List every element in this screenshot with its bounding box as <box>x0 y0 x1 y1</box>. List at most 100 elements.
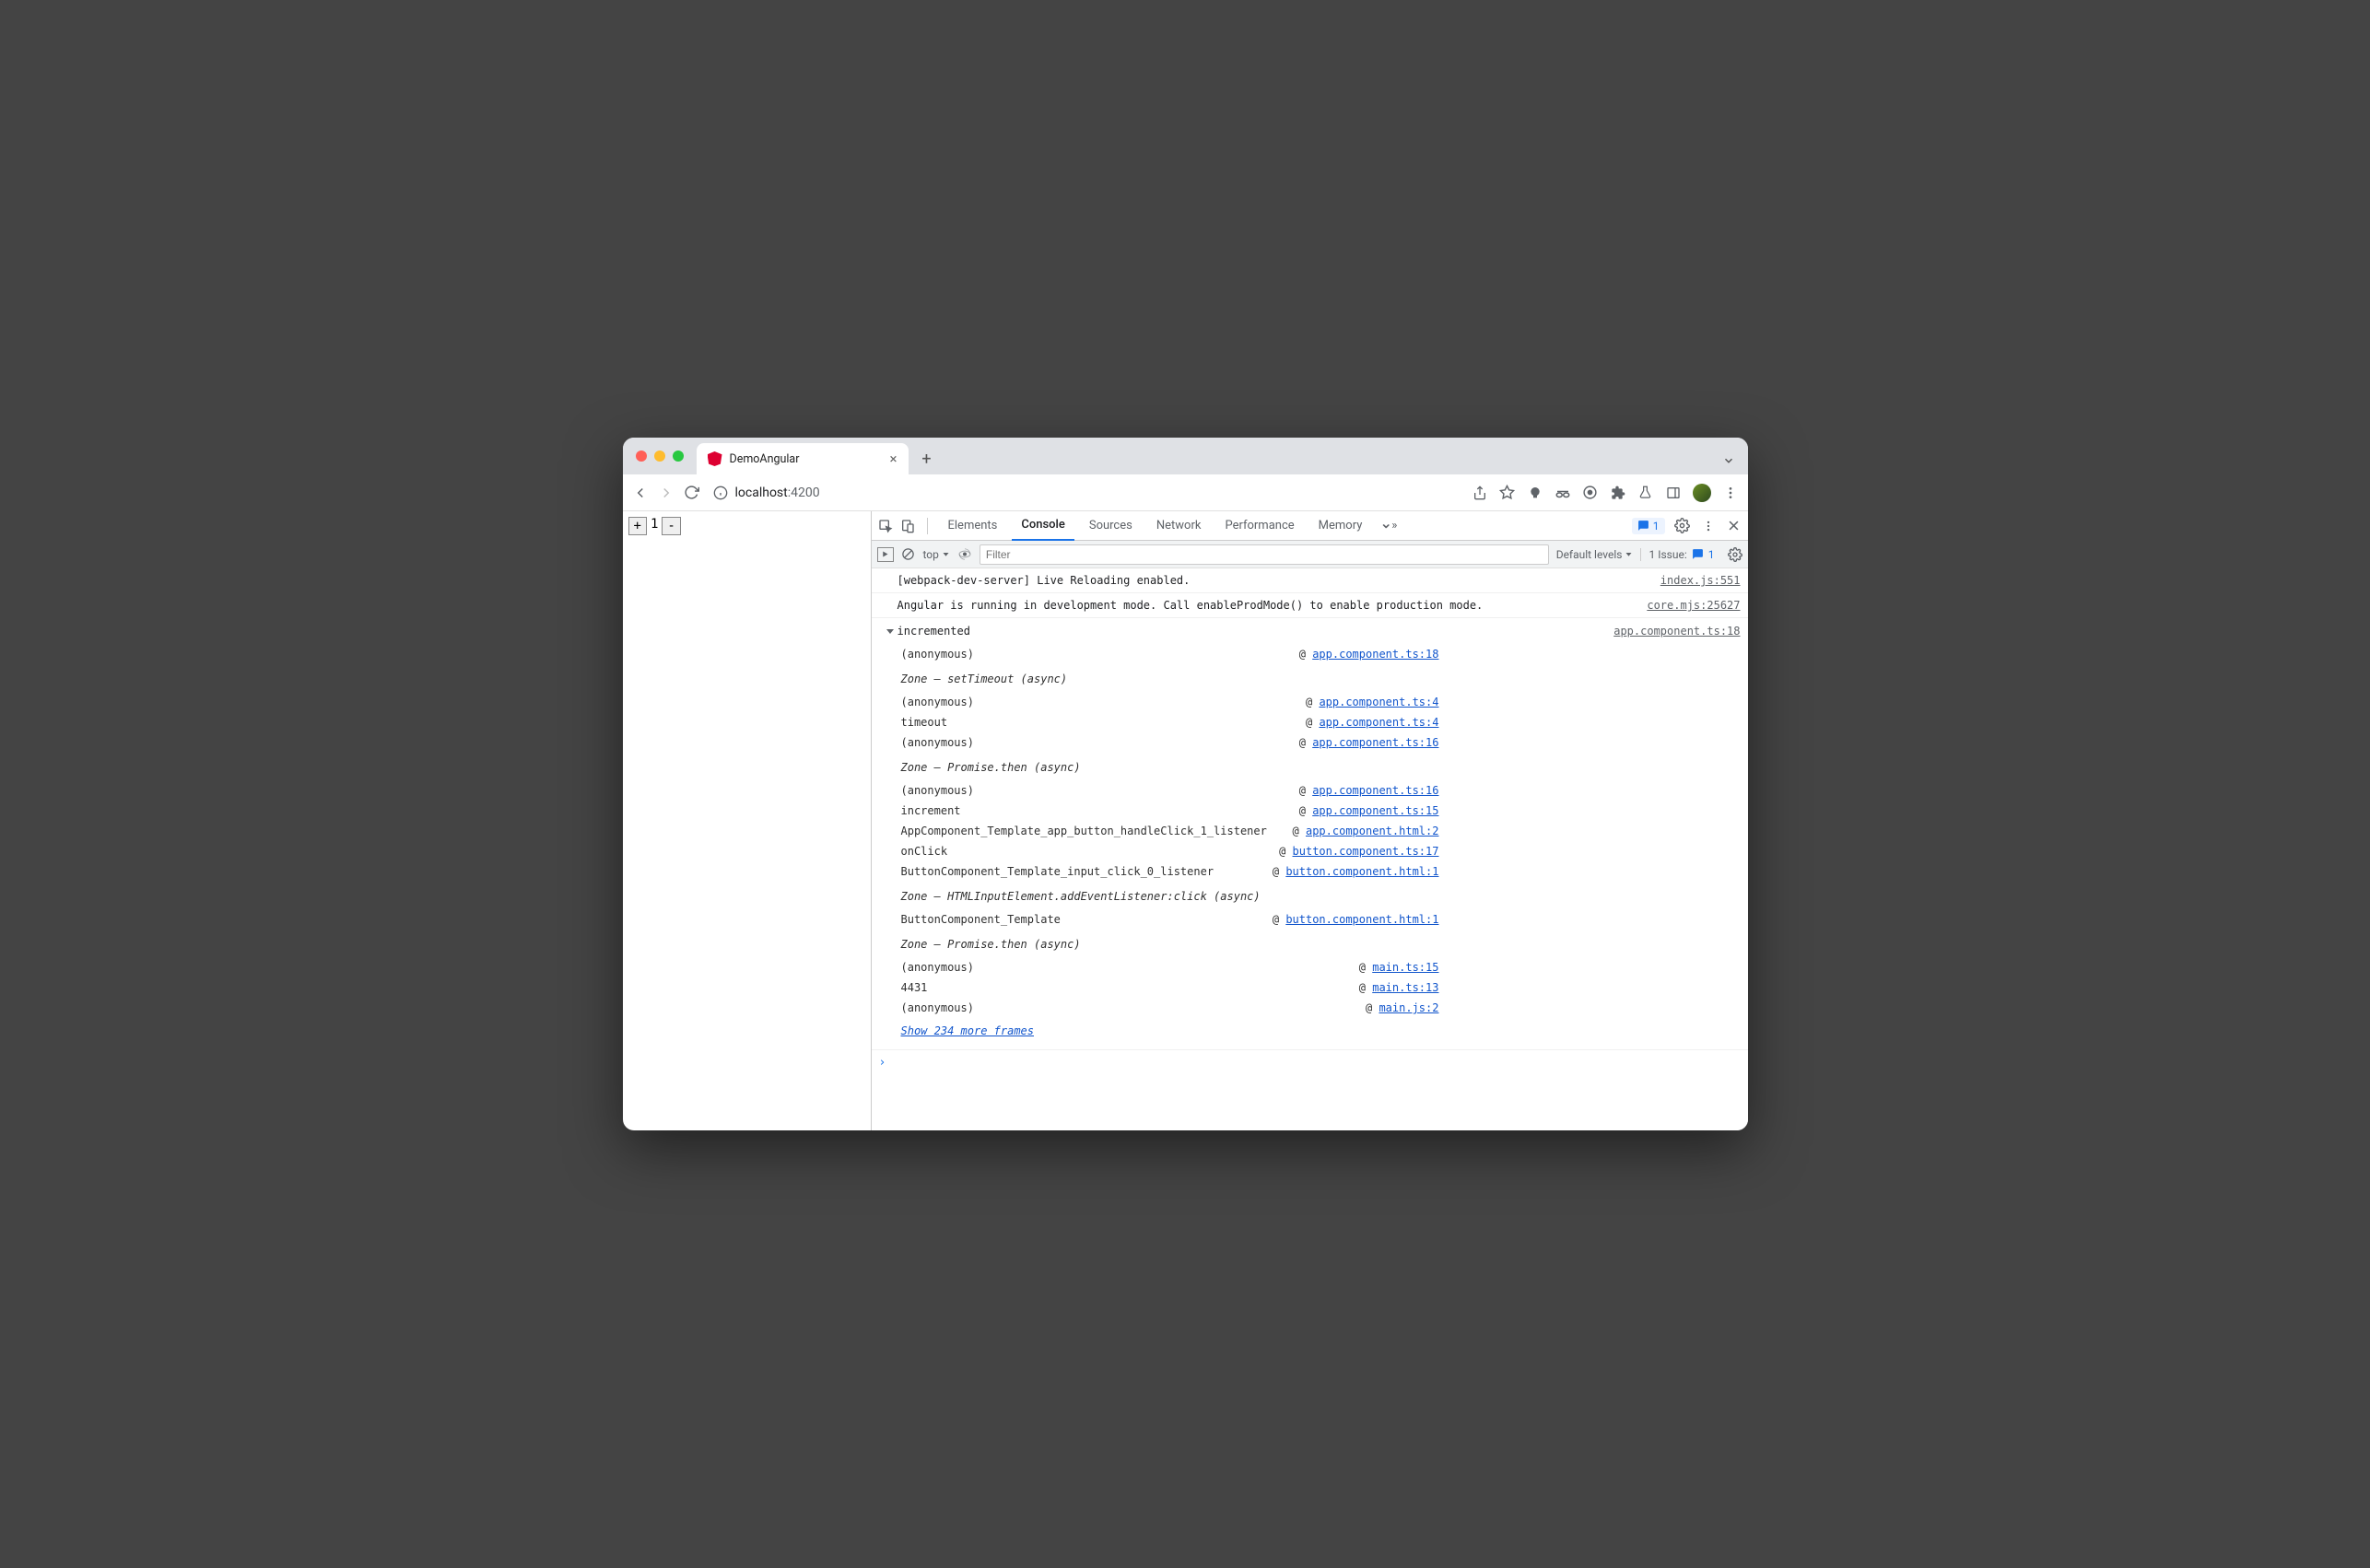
tab-performance[interactable]: Performance <box>1215 511 1303 541</box>
stack-frame: (anonymous)@ main.js:2 <box>901 998 1445 1018</box>
inspect-icon[interactable] <box>877 518 894 534</box>
extension-eye-icon[interactable] <box>1582 485 1599 501</box>
site-info-icon[interactable] <box>713 486 728 500</box>
url-text: localhost:4200 <box>735 486 820 500</box>
decrement-button[interactable]: - <box>662 517 680 535</box>
tab-close-icon[interactable]: × <box>889 451 897 467</box>
frame-source: @ app.component.ts:16 <box>1273 732 1445 753</box>
page-content: + 1 - <box>623 511 872 1130</box>
zone-divider: Zone — Promise.then (async) <box>901 930 1445 957</box>
message-source-link[interactable]: core.mjs:25627 <box>1647 596 1740 614</box>
new-tab-button[interactable]: + <box>914 446 940 472</box>
console-settings-icon[interactable] <box>1728 547 1742 562</box>
frame-source-link[interactable]: main.ts:13 <box>1372 981 1438 994</box>
frame-source: @ app.component.ts:4 <box>1273 712 1445 732</box>
devtools-tab-strip: Elements Console Sources Network Perform… <box>872 511 1748 541</box>
browser-tab[interactable]: DemoAngular × <box>697 443 909 474</box>
trace-source-link[interactable]: app.component.ts:18 <box>1613 622 1740 640</box>
angular-favicon-icon <box>708 451 722 466</box>
extension-skull-icon[interactable] <box>1527 485 1543 501</box>
increment-button[interactable]: + <box>628 517 647 535</box>
frame-source-link[interactable]: app.component.ts:4 <box>1319 716 1438 729</box>
frame-source: @ app.component.ts:18 <box>1273 644 1445 664</box>
context-selector[interactable]: top <box>923 548 950 561</box>
frame-source: @ main.ts:15 <box>1273 957 1445 977</box>
forward-button[interactable] <box>658 485 675 501</box>
zone-divider: Zone — setTimeout (async) <box>901 664 1445 692</box>
frame-source-link[interactable]: main.js:2 <box>1379 1001 1438 1014</box>
tab-console[interactable]: Console <box>1012 511 1074 541</box>
message-text: Angular is running in development mode. … <box>898 599 1484 612</box>
stack-frame: (anonymous)@ app.component.ts:18 <box>901 644 1445 664</box>
frame-function: timeout <box>901 712 1273 732</box>
frame-function: ButtonComponent_Template_input_click_0_l… <box>901 861 1273 882</box>
frame-source-link[interactable]: app.component.html:2 <box>1306 825 1439 837</box>
frame-source-link[interactable]: app.component.ts:16 <box>1312 736 1438 749</box>
messages-badge[interactable]: 1 <box>1632 518 1665 534</box>
trace-header[interactable]: incremented app.component.ts:18 <box>886 622 1741 640</box>
execute-icon[interactable] <box>877 547 894 562</box>
filter-input[interactable] <box>980 544 1549 565</box>
share-icon[interactable] <box>1472 485 1488 501</box>
counter-value: 1 <box>647 517 662 532</box>
frame-source-link[interactable]: button.component.html:1 <box>1285 913 1438 926</box>
frame-source-link[interactable]: app.component.ts:15 <box>1312 804 1438 817</box>
frame-source-link[interactable]: button.component.ts:17 <box>1293 845 1439 858</box>
frame-source: @ button.component.html:1 <box>1273 909 1445 930</box>
settings-gear-icon[interactable] <box>1674 518 1691 534</box>
frame-source-link[interactable]: app.component.ts:16 <box>1312 784 1438 797</box>
profile-avatar[interactable] <box>1693 484 1711 502</box>
trace-label: incremented <box>898 622 970 640</box>
tab-title: DemoAngular <box>730 452 800 466</box>
clear-console-icon[interactable] <box>901 547 916 562</box>
reload-button[interactable] <box>684 485 700 501</box>
maximize-window-button[interactable] <box>673 451 684 462</box>
frame-function: (anonymous) <box>901 998 1273 1018</box>
stack-frame: ButtonComponent_Template@ button.compone… <box>901 909 1445 930</box>
live-expression-icon[interactable] <box>957 547 972 562</box>
show-more-frames[interactable]: Show 234 more frames <box>901 1018 1741 1040</box>
frame-source: @ button.component.ts:17 <box>1273 841 1445 861</box>
labs-flask-icon[interactable] <box>1637 485 1654 501</box>
extensions-icon[interactable] <box>1610 485 1626 501</box>
chevron-down-icon[interactable] <box>1722 454 1735 467</box>
back-button[interactable] <box>632 485 649 501</box>
frame-source: @ app.component.ts:15 <box>1273 801 1445 821</box>
frame-source-link[interactable]: button.component.html:1 <box>1285 865 1438 878</box>
bookmark-star-icon[interactable] <box>1499 485 1516 501</box>
close-devtools-icon[interactable] <box>1726 518 1742 534</box>
frame-source-link[interactable]: app.component.ts:18 <box>1312 648 1438 661</box>
minimize-window-button[interactable] <box>654 451 665 462</box>
frame-source: @ button.component.html:1 <box>1273 861 1445 882</box>
frame-source-link[interactable]: main.ts:15 <box>1372 961 1438 974</box>
frame-function: ButtonComponent_Template <box>901 909 1273 930</box>
zone-divider: Zone — Promise.then (async) <box>901 753 1445 780</box>
tab-memory[interactable]: Memory <box>1309 511 1372 541</box>
console-body: index.js:551 [webpack-dev-server] Live R… <box>872 568 1748 1130</box>
url-field[interactable]: localhost:4200 <box>710 486 1462 500</box>
incognito-icon[interactable] <box>1555 485 1571 501</box>
tab-sources[interactable]: Sources <box>1080 511 1142 541</box>
console-prompt[interactable]: › <box>872 1050 1748 1076</box>
stack-frame: onClick@ button.component.ts:17 <box>901 841 1445 861</box>
devtools-panel: Elements Console Sources Network Perform… <box>872 511 1748 1130</box>
issues-button[interactable]: 1 Issue: 1 <box>1640 548 1714 561</box>
side-panel-icon[interactable] <box>1665 485 1682 501</box>
frame-function: (anonymous) <box>901 644 1273 664</box>
tab-elements[interactable]: Elements <box>939 511 1007 541</box>
message-source-link[interactable]: index.js:551 <box>1660 571 1741 590</box>
device-toggle-icon[interactable] <box>899 518 916 534</box>
close-window-button[interactable] <box>636 451 647 462</box>
frame-source-link[interactable]: app.component.ts:4 <box>1319 696 1438 708</box>
browser-window: DemoAngular × + localhost:4200 <box>623 438 1748 1130</box>
console-toolbar: top Default levels 1 Issue: 1 <box>872 541 1748 568</box>
more-menu-icon[interactable] <box>1722 485 1739 501</box>
frame-function: 4431 <box>901 977 1273 998</box>
frame-function: AppComponent_Template_app_button_handleC… <box>901 821 1273 841</box>
tab-network[interactable]: Network <box>1147 511 1211 541</box>
stack-frame: ButtonComponent_Template_input_click_0_l… <box>901 861 1445 882</box>
log-levels-selector[interactable]: Default levels <box>1556 548 1634 561</box>
more-tabs-icon[interactable]: » <box>1380 518 1397 534</box>
more-vert-icon[interactable] <box>1700 518 1717 534</box>
address-bar: localhost:4200 <box>623 474 1748 511</box>
